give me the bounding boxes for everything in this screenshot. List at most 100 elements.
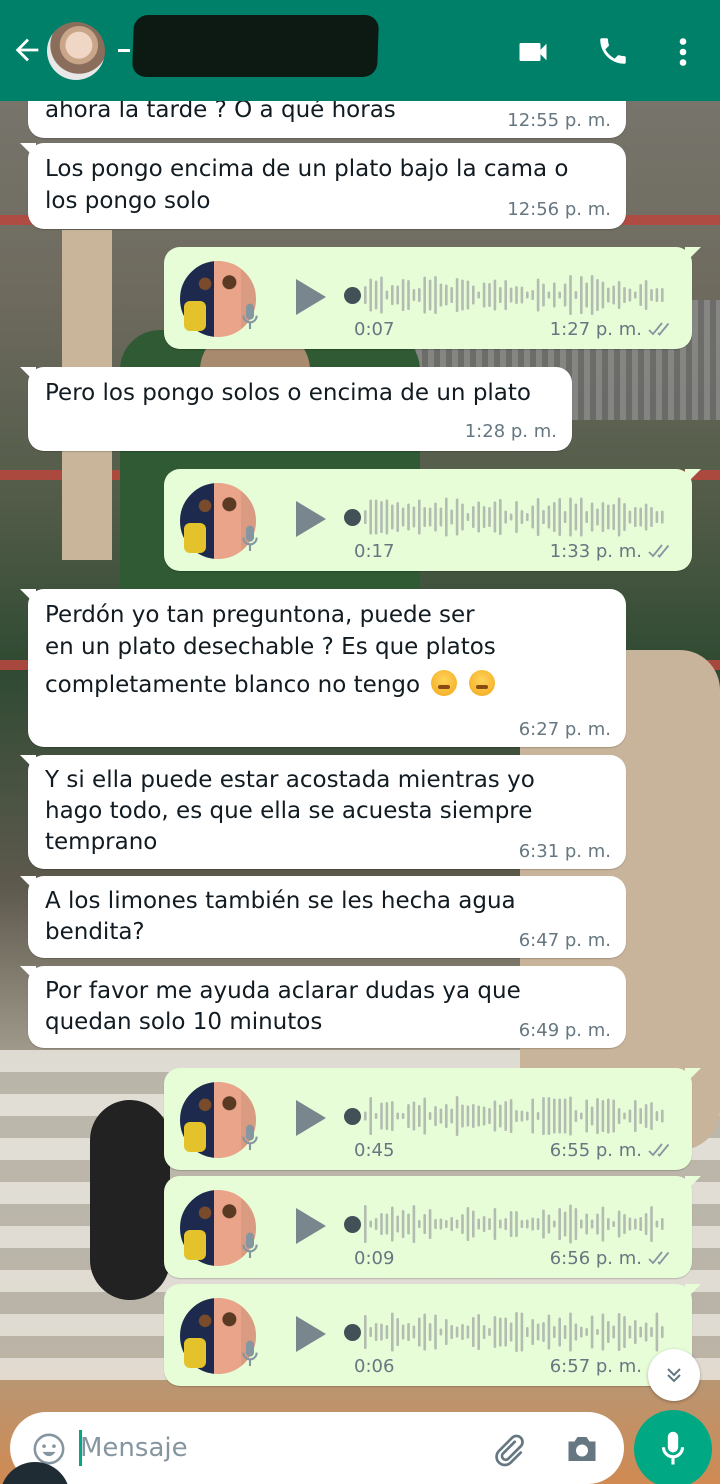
waveform-bar	[461, 279, 464, 311]
waveform-bar	[472, 1210, 475, 1238]
waveform-bar	[661, 1109, 664, 1123]
waveform-bar	[434, 1106, 437, 1126]
waveform-bar	[553, 1098, 556, 1134]
waveform-bar	[412, 1101, 416, 1131]
waveform-bar	[520, 1110, 524, 1122]
waveform-bar	[639, 1217, 642, 1231]
waveform-bar	[590, 502, 594, 532]
voice-message-outgoing[interactable]: 0:07 1:27 p. m.	[164, 247, 692, 349]
waveform-bar	[526, 1327, 529, 1337]
voice-message-outgoing[interactable]: 0:09 6:56 p. m.	[164, 1176, 692, 1278]
voice-message-outgoing[interactable]: 0:17 1:33 p. m.	[164, 469, 692, 571]
voice-message-outgoing[interactable]: 0:45 6:55 p. m.	[164, 1068, 692, 1170]
message-bubble-incoming[interactable]: Por favor me ayuda aclarar dudas ya que …	[28, 966, 626, 1048]
waveform-bar	[563, 1325, 567, 1339]
emoji-icon[interactable]	[32, 1432, 66, 1466]
waveform-bar	[369, 1327, 372, 1337]
waveform-bar	[661, 1326, 664, 1338]
waveform-bar	[628, 510, 632, 524]
contact-avatar[interactable]	[47, 22, 105, 80]
playback-scrubber[interactable]	[344, 1216, 361, 1233]
waveform-bar	[482, 1106, 486, 1126]
record-voice-button[interactable]	[634, 1410, 712, 1484]
message-time: 12:55 p. m.	[507, 110, 611, 131]
waveform-bar	[655, 288, 659, 302]
message-text: temprano	[45, 829, 158, 855]
voice-duration: 0:06	[354, 1356, 395, 1377]
waveform-bar	[531, 290, 534, 300]
play-icon[interactable]	[292, 1206, 328, 1246]
message-text: bendita?	[45, 919, 145, 945]
play-icon[interactable]	[292, 1314, 328, 1354]
waveform-bar	[617, 281, 621, 309]
waveform-bar	[536, 278, 540, 312]
waveform-bar	[515, 1312, 518, 1352]
playback-scrubber[interactable]	[344, 509, 361, 526]
waveform-bar	[488, 1108, 491, 1124]
message-bubble-incoming[interactable]: A los limones también se les hecha agua …	[28, 876, 626, 958]
waveform-bar	[412, 1205, 416, 1243]
waveform-bar	[434, 502, 437, 532]
waveform-bar	[515, 1211, 518, 1237]
waveform-bar	[391, 285, 394, 305]
playback-scrubber[interactable]	[344, 1324, 361, 1341]
play-icon[interactable]	[292, 499, 328, 539]
waveform-bar	[634, 1320, 637, 1344]
waveform-bar	[520, 510, 524, 524]
waveform-bar	[526, 1111, 529, 1121]
camera-icon[interactable]	[564, 1432, 600, 1466]
waveform-bar	[439, 1218, 443, 1230]
waveform-bar	[472, 506, 475, 528]
waveform-bar	[450, 1325, 453, 1339]
waveform-bar	[520, 1220, 524, 1228]
waveform-bar	[401, 279, 405, 311]
playback-scrubber[interactable]	[344, 287, 361, 304]
mic-icon	[242, 1124, 258, 1150]
back-arrow-icon[interactable]	[10, 33, 44, 67]
waveform-bar	[445, 497, 448, 537]
waveform-bar	[466, 280, 470, 310]
waveform-bar	[580, 497, 583, 537]
message-input[interactable]	[80, 1428, 470, 1468]
waveform-bar	[590, 1106, 594, 1126]
waveform-bar	[650, 1102, 653, 1130]
message-bubble-incoming[interactable]: Pero los pongo solos o encima de un plat…	[28, 367, 572, 451]
more-vert-icon[interactable]	[672, 34, 694, 70]
waveform-bar	[450, 1217, 453, 1231]
waveform-bar	[547, 1214, 551, 1234]
message-composer	[10, 1412, 624, 1484]
playback-scrubber[interactable]	[344, 1108, 361, 1125]
play-icon[interactable]	[292, 1098, 328, 1138]
waveform-bar	[520, 286, 524, 304]
waveform-bar	[455, 1219, 459, 1229]
message-bubble-incoming[interactable]: Perdón yo tan preguntona, puede ser en u…	[28, 589, 626, 747]
scroll-to-bottom-button[interactable]	[648, 1349, 700, 1401]
waveform-bar	[364, 1111, 367, 1121]
voice-message-outgoing[interactable]: 0:06 6:57 p. m.	[164, 1284, 692, 1386]
waveform-bar	[477, 1105, 480, 1127]
waveform-bar	[580, 1112, 583, 1120]
message-time: 6:55 p. m.	[549, 1140, 642, 1161]
waveform-bar	[661, 288, 664, 302]
play-icon[interactable]	[292, 277, 328, 317]
video-call-icon[interactable]	[515, 34, 551, 70]
voice-duration: 0:45	[354, 1140, 395, 1161]
message-bubble-incoming[interactable]: Y si ella puede estar acostada mientras …	[28, 755, 626, 869]
waveform-bar	[428, 1323, 432, 1341]
message-text: en un plato desechable ? Es que platos	[45, 634, 496, 660]
paperclip-icon[interactable]	[490, 1432, 526, 1468]
waveform-bar	[542, 283, 545, 307]
waveform-bar	[558, 1098, 561, 1134]
message-text: Por favor me ayuda aclarar dudas ya que	[45, 978, 521, 1004]
waveform-bar	[628, 1109, 632, 1123]
emoji-melting-face-icon	[431, 670, 458, 696]
waveform-bar	[434, 1219, 437, 1229]
waveform-bar	[380, 1213, 383, 1235]
message-bubble-incoming[interactable]: Los pongo encima de un plato bajo la cam…	[28, 143, 626, 229]
mic-icon	[242, 1340, 258, 1366]
waveform-bar	[509, 513, 513, 521]
double-check-icon	[648, 1251, 670, 1265]
waveform-bar	[499, 287, 502, 303]
phone-icon[interactable]	[596, 34, 630, 68]
waveform-bar	[547, 1097, 551, 1135]
